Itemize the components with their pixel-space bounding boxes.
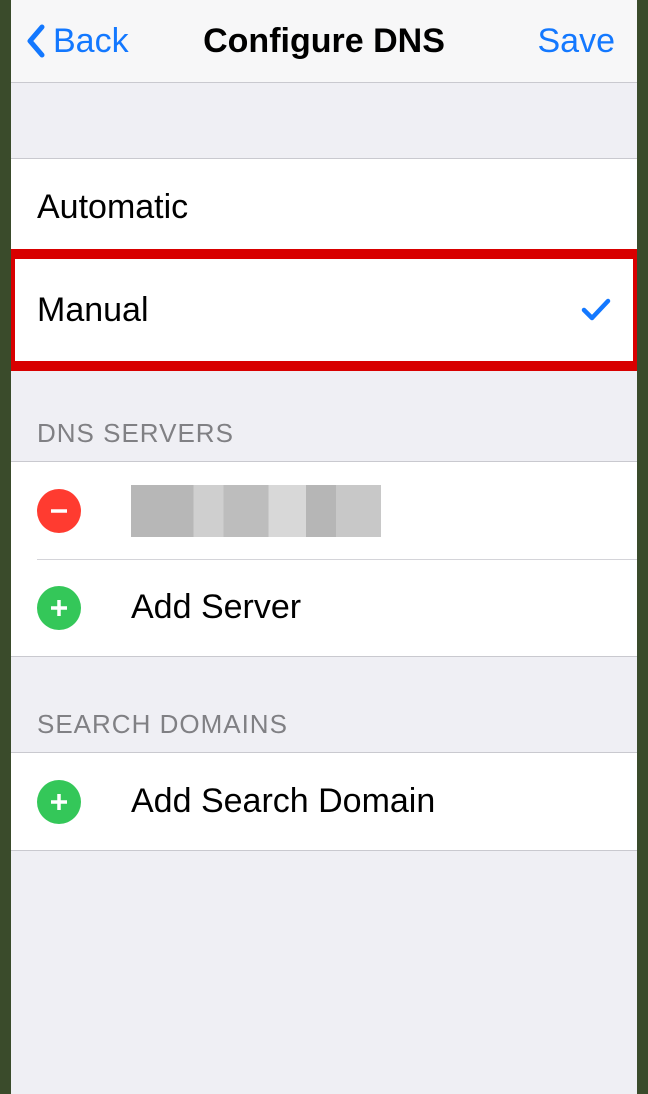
add-search-domain-label: Add Search Domain: [131, 782, 435, 821]
page-title: Configure DNS: [203, 22, 445, 61]
search-domains-header: SEARCH DOMAINS: [11, 657, 637, 752]
option-label: Manual: [37, 291, 149, 330]
option-label: Automatic: [37, 188, 188, 227]
spacer: [11, 83, 637, 158]
dns-server-row[interactable]: [11, 462, 637, 559]
delete-server-button[interactable]: [37, 489, 81, 533]
back-label: Back: [53, 22, 129, 61]
search-domains-group: Add Search Domain: [11, 752, 637, 851]
device-frame-right: [637, 0, 648, 1094]
back-button[interactable]: Back: [25, 0, 129, 82]
option-automatic[interactable]: Automatic: [11, 159, 637, 255]
minus-icon: [47, 499, 71, 523]
add-server-label: Add Server: [131, 588, 301, 627]
chevron-left-icon: [25, 24, 47, 58]
plus-icon: [47, 790, 71, 814]
dns-servers-header: DNS SERVERS: [11, 366, 637, 461]
add-search-domain-button[interactable]: [37, 780, 81, 824]
save-label: Save: [538, 22, 616, 61]
dns-servers-group: Add Server: [11, 461, 637, 657]
dns-server-value-redacted: [131, 485, 381, 537]
add-server-row[interactable]: Add Server: [11, 559, 637, 656]
navbar: Back Configure DNS Save: [11, 0, 637, 83]
add-search-domain-row[interactable]: Add Search Domain: [11, 753, 637, 850]
save-button[interactable]: Save: [538, 0, 616, 82]
plus-icon: [47, 596, 71, 620]
add-server-button[interactable]: [37, 586, 81, 630]
checkmark-icon: [581, 298, 611, 322]
device-frame-left: [0, 0, 11, 1094]
screen: Back Configure DNS Save Automatic Manual…: [11, 0, 637, 1094]
option-manual[interactable]: Manual: [11, 255, 637, 365]
dns-mode-group: Automatic Manual: [11, 158, 637, 366]
